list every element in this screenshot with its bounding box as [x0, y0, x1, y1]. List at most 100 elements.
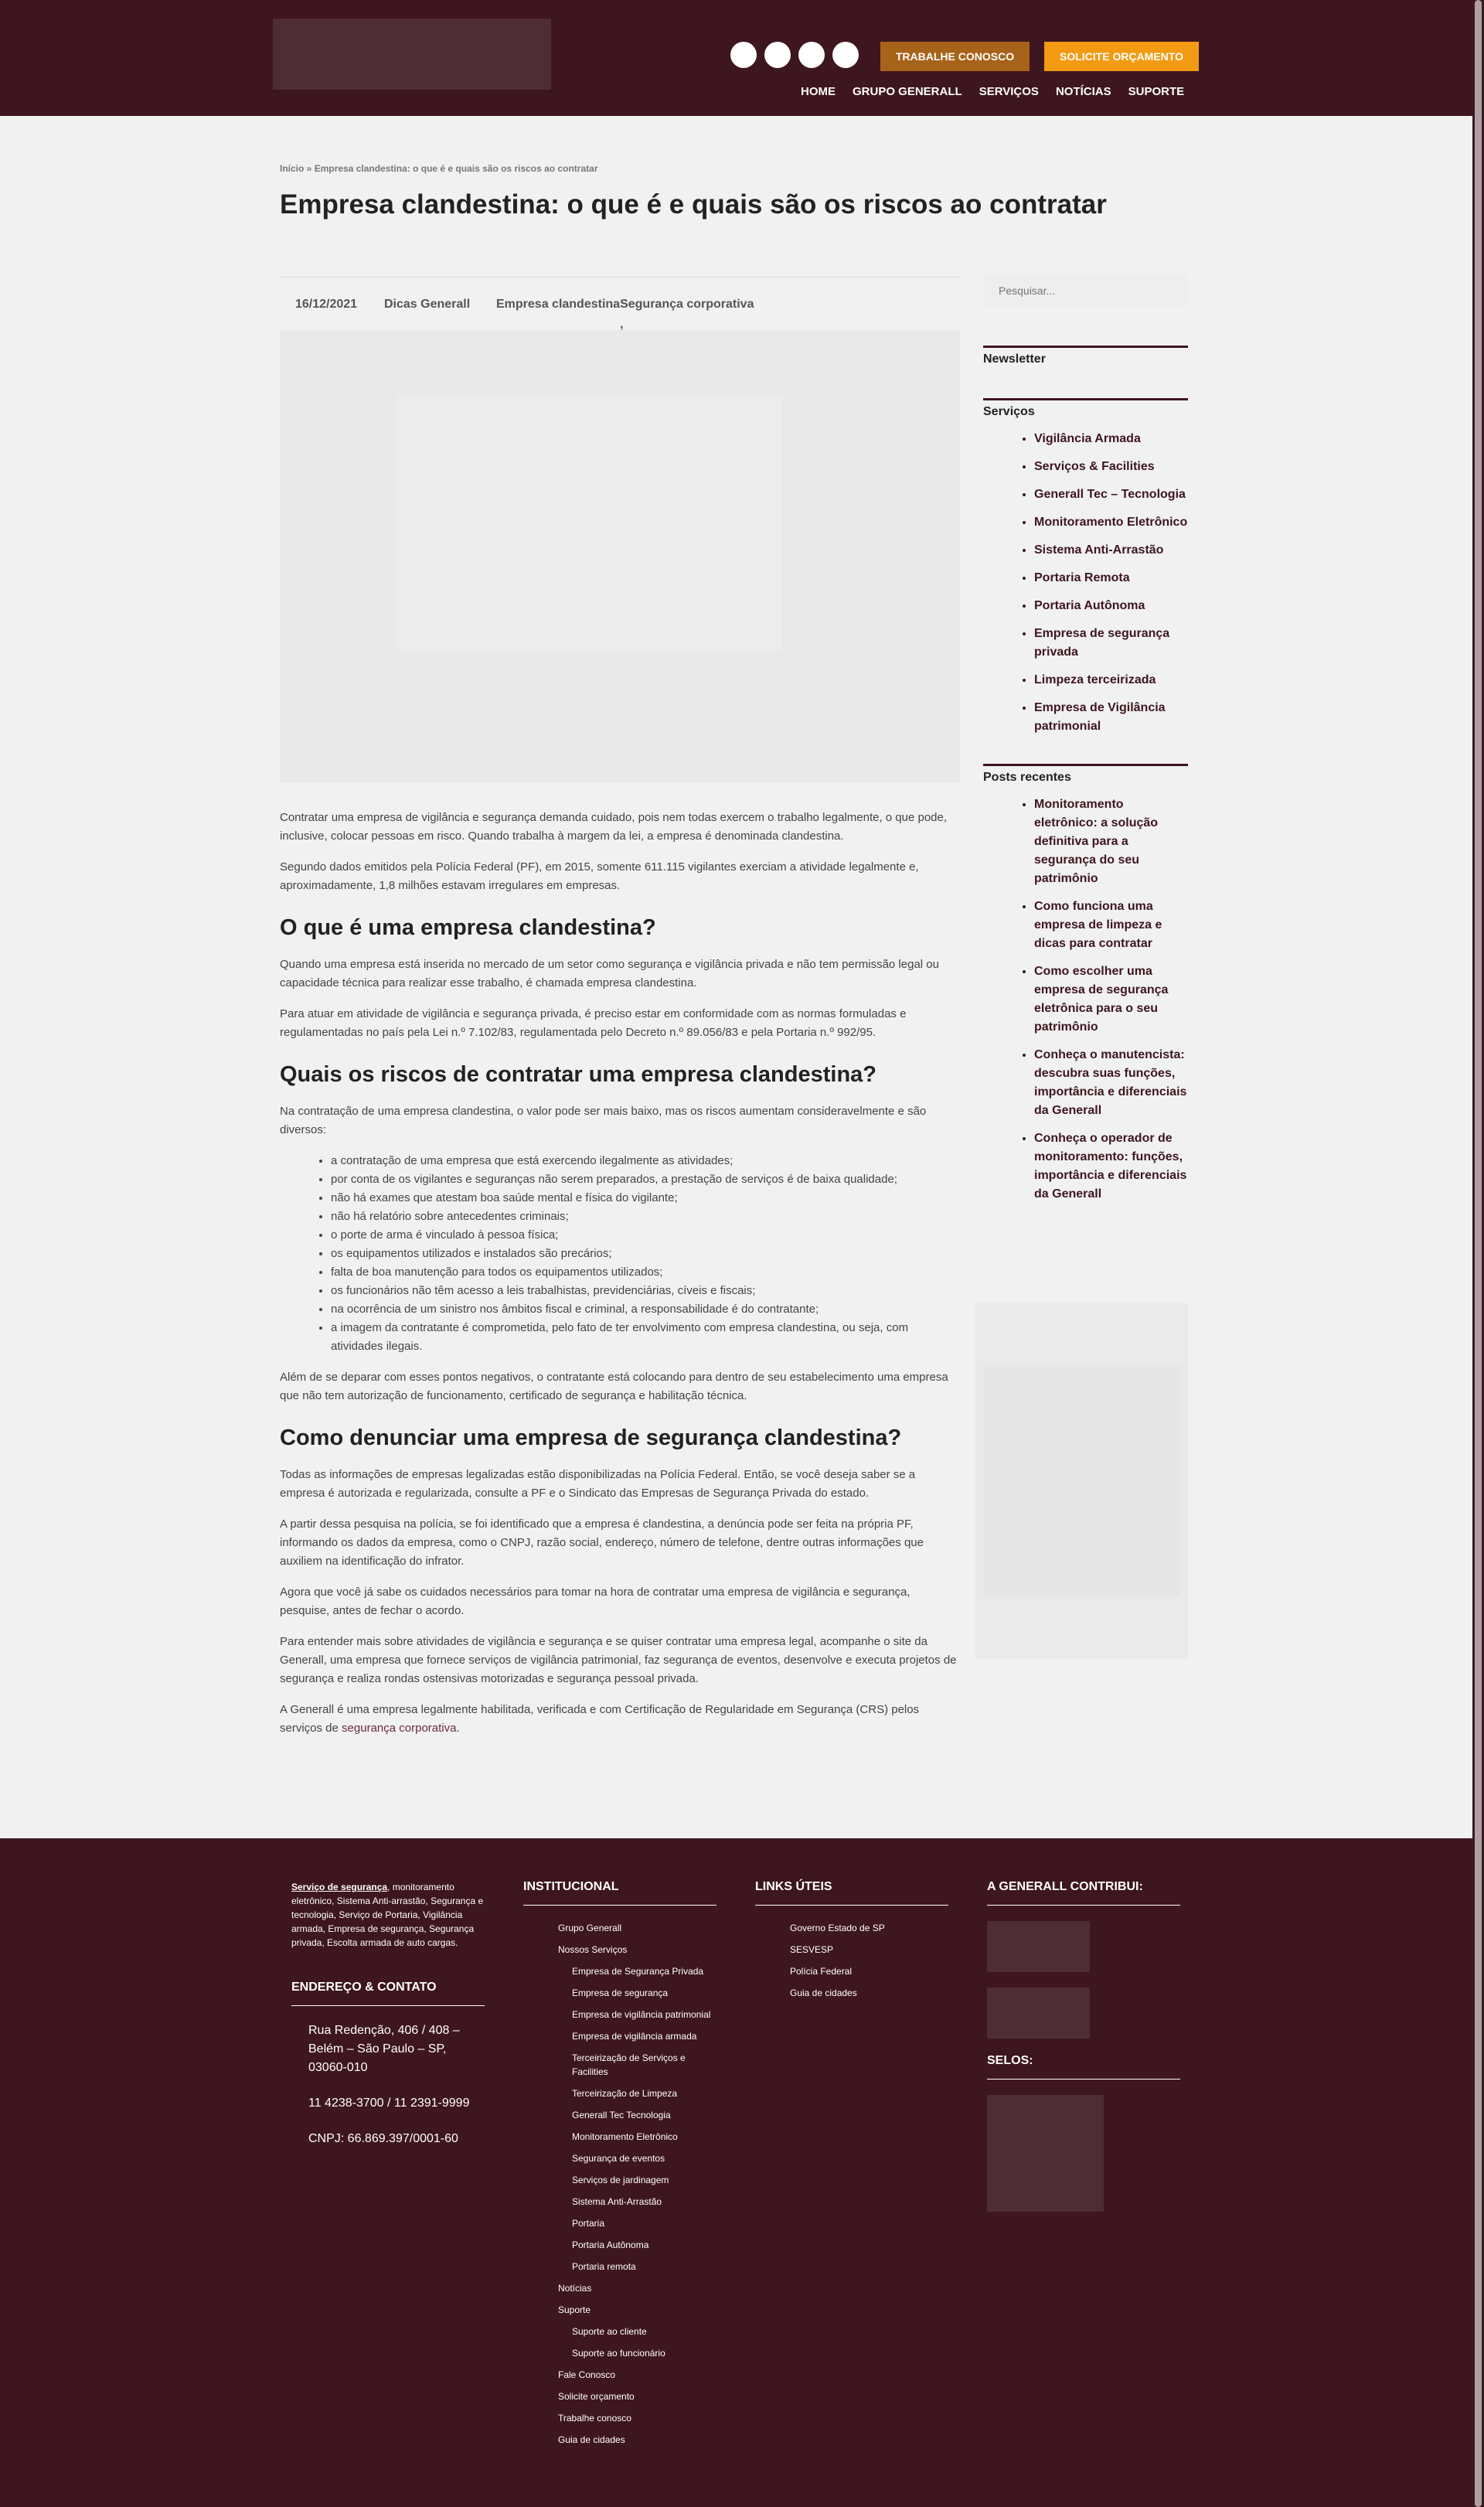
footer-about: Serviço de segurança, monitoramento elet… [291, 1880, 485, 1950]
footer-sublink[interactable]: Empresa de Segurança Privada [558, 1964, 716, 1978]
article-text: . [456, 1722, 460, 1735]
footer-link[interactable]: Guia de cidades [790, 1986, 948, 2000]
nav-noticias[interactable]: NOTÍCIAS [1056, 85, 1111, 98]
recent-post-link[interactable]: Como funciona uma empresa de limpeza e d… [1034, 898, 1188, 953]
service-link[interactable]: Sistema Anti-Arrastão [1034, 541, 1188, 560]
article-paragraph: Todas as informações de empresas legaliz… [280, 1468, 916, 1500]
article-heading: O que é uma empresa clandestina? [280, 915, 656, 940]
main-nav: HOME GRUPO GENERALL SERVIÇOS NOTÍCIAS SU… [801, 85, 1184, 98]
footer-sublink[interactable]: Serviços de jardinagem [558, 2173, 716, 2187]
article-paragraph: Para entender mais sobre atividades de v… [280, 1635, 957, 1685]
footer-sublink[interactable]: Suporte ao funcionário [558, 2346, 716, 2360]
service-link[interactable]: Limpeza terceirizada [1034, 671, 1188, 690]
service-link[interactable]: Portaria Autônoma [1034, 597, 1188, 615]
site-footer: Serviço de segurança, monitoramento elet… [0, 1838, 1472, 2507]
page-scrollbar[interactable] [1472, 0, 1484, 2507]
site-logo[interactable] [273, 19, 551, 90]
service-link[interactable]: Generall Tec – Tecnologia [1034, 485, 1188, 504]
footer-sublink[interactable]: Terceirização de Serviços e Facilities [558, 2051, 716, 2079]
footer-sublink[interactable]: Empresa de vigilância armada [558, 2029, 716, 2043]
institutional-title: INSTITUCIONAL [523, 1880, 716, 1906]
security-service-link[interactable]: Serviço de segurança [291, 1882, 387, 1892]
list-item: por conta de os vigilantes e seguranças … [331, 1170, 960, 1189]
recent-posts-list: Monitoramento eletrônico: a solução defi… [1034, 795, 1188, 1204]
nav-servicos[interactable]: SERVIÇOS [979, 85, 1039, 98]
list-item: os funcionários não têm acesso a leis tr… [331, 1282, 960, 1300]
recent-post-link[interactable]: Conheça o operador de monitoramento: fun… [1034, 1129, 1188, 1204]
linkedin-icon[interactable] [798, 42, 825, 68]
footer-link[interactable]: Grupo Generall [558, 1921, 716, 1935]
footer-sublink[interactable]: Portaria [558, 2216, 716, 2230]
footer-sublink[interactable]: Portaria remota [558, 2260, 716, 2274]
article-heading: Quais os riscos de contratar uma empresa… [280, 1062, 877, 1087]
post-date: 16/12/2021 [295, 298, 358, 311]
footer-link[interactable]: Guia de cidades [558, 2433, 716, 2447]
post-tags: Empresa clandestina, Segurança corporati… [496, 298, 754, 331]
breadcrumb: Início » Empresa clandestina: o que é e … [280, 163, 597, 174]
youtube-icon[interactable] [832, 42, 859, 68]
nav-home[interactable]: HOME [801, 85, 836, 98]
footer-sublink[interactable]: Monitoramento Eletrônico [558, 2130, 716, 2144]
seals-title: SELOS: [987, 2054, 1180, 2080]
service-link[interactable]: Portaria Remota [1034, 569, 1188, 588]
footer-link[interactable]: Trabalhe conosco [558, 2411, 716, 2425]
list-item: não há exames que atestam boa saúde ment… [331, 1189, 960, 1208]
article-paragraph: Segundo dados emitidos pela Polícia Fede… [280, 860, 919, 892]
service-link[interactable]: Serviços & Facilities [1034, 458, 1188, 476]
sidebar-banner-inner [983, 1365, 1180, 1597]
article-paragraph: Além de se deparar com esses pontos nega… [280, 1371, 948, 1402]
footer-sublink[interactable]: Segurança de eventos [558, 2151, 716, 2165]
footer-link[interactable]: Nossos Serviços [558, 1943, 716, 1957]
useful-links-title: LINKS ÚTEIS [755, 1880, 948, 1906]
instagram-icon[interactable] [764, 42, 791, 68]
address-title: ENDEREÇO & CONTATO [291, 1981, 485, 2006]
footer-sublink[interactable]: Generall Tec Tecnologia [558, 2108, 716, 2122]
footer-sublink[interactable]: Empresa de segurança [558, 1986, 716, 2000]
institutional-list: Grupo Generall Nossos Serviços Empresa d… [523, 1921, 716, 2447]
breadcrumb-home[interactable]: Início [280, 163, 304, 174]
service-link[interactable]: Empresa de segurança privada [1034, 625, 1188, 662]
footer-link[interactable]: Polícia Federal [790, 1964, 948, 1978]
footer-sublink[interactable]: Suporte ao cliente [558, 2325, 716, 2338]
list-item: falta de boa manutenção para todos os eq… [331, 1263, 960, 1282]
service-link[interactable]: Monitoramento Eletrônico [1034, 513, 1188, 532]
phone-text: 11 4238-3700 / 11 2391-9999 [308, 2097, 470, 2110]
contrib-logo[interactable] [987, 1921, 1090, 1972]
footer-link[interactable]: Fale Conosco [558, 2368, 716, 2382]
contrib-logo[interactable] [987, 1988, 1090, 2039]
tag-seguranca-corporativa[interactable]: Segurança corporativa [620, 298, 754, 311]
nav-grupo-generall[interactable]: GRUPO GENERALL [853, 85, 962, 98]
seal-image[interactable] [987, 2095, 1104, 2212]
recent-post-link[interactable]: Monitoramento eletrônico: a solução defi… [1034, 795, 1188, 888]
nav-suporte[interactable]: SUPORTE [1128, 85, 1185, 98]
footer-link[interactable]: Solicite orçamento [558, 2389, 716, 2403]
footer-sublink[interactable]: Portaria Autônoma [558, 2238, 716, 2252]
footer-link[interactable]: Notícias [558, 2281, 716, 2295]
sidebar: Newsletter Serviços Vigilância Armada Se… [983, 274, 1188, 1213]
footer-contrib-column: A GENERALL CONTRIBUI: SELOS: [987, 1880, 1180, 2212]
tag-empresa-clandestina[interactable]: Empresa clandestina [496, 298, 620, 311]
risks-list: a contratação de uma empresa que está ex… [331, 1152, 960, 1356]
recent-post-link[interactable]: Conheça o manutencista: descubra suas fu… [1034, 1046, 1188, 1120]
service-link[interactable]: Vigilância Armada [1034, 430, 1188, 448]
footer-link[interactable]: Governo Estado de SP [790, 1921, 948, 1935]
footer-link[interactable]: Suporte [558, 2303, 716, 2317]
footer-sublink[interactable]: Sistema Anti-Arrastão [558, 2195, 716, 2209]
footer-link[interactable]: SESVESP [790, 1943, 948, 1957]
footer-sublink[interactable]: Terceirização de Limpeza [558, 2086, 716, 2100]
sidebar-banner[interactable] [975, 1303, 1188, 1659]
scrollbar-thumb[interactable] [1475, 0, 1482, 2507]
recent-post-link[interactable]: Como escolher uma empresa de segurança e… [1034, 962, 1188, 1037]
recent-posts-title: Posts recentes [983, 771, 1071, 784]
service-link[interactable]: Empresa de Vigilância patrimonial [1034, 699, 1188, 736]
list-item: a contratação de uma empresa que está ex… [331, 1152, 960, 1170]
corporate-security-link[interactable]: segurança corporativa [342, 1722, 456, 1735]
request-quote-button[interactable]: SOLICITE ORÇAMENTO [1044, 42, 1199, 71]
footer-sublink[interactable]: Empresa de vigilância patrimonial [558, 2008, 716, 2022]
search-input[interactable] [983, 274, 1188, 307]
post-category[interactable]: Dicas Generall [384, 298, 470, 312]
work-with-us-button[interactable]: TRABALHE CONOSCO [880, 42, 1030, 71]
facebook-icon[interactable] [730, 42, 757, 68]
services-list: Vigilância Armada Serviços & Facilities … [1034, 430, 1188, 736]
article-paragraph: Na contratação de uma empresa clandestin… [280, 1105, 927, 1136]
